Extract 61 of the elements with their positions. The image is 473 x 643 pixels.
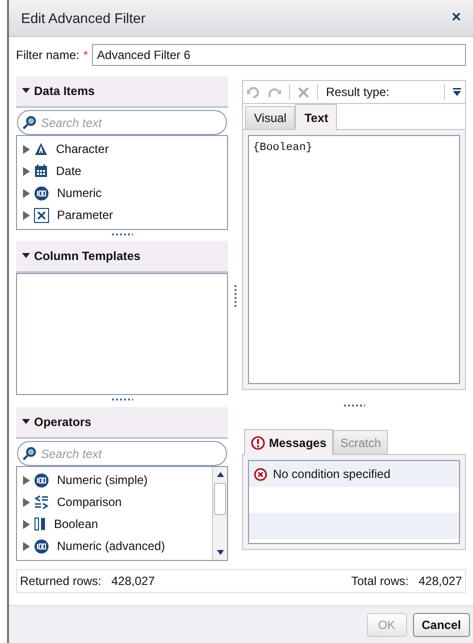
expression-editor[interactable]: {Boolean} <box>248 135 460 384</box>
expand-arrow-icon <box>23 210 30 220</box>
tree-item[interactable]: Character <box>17 138 227 160</box>
tree-item[interactable]: Numeric <box>17 182 227 204</box>
scroll-down-icon <box>216 550 224 555</box>
expand-arrow-icon <box>23 476 30 484</box>
collapse-arrow-icon <box>22 88 30 94</box>
messages-tab[interactable]: Messages <box>244 429 334 455</box>
triangle-icon <box>34 142 48 156</box>
tree-item[interactable]: Parameter <box>17 204 227 226</box>
numeric-badge-icon <box>34 186 49 200</box>
collapse-arrow-icon <box>22 253 30 259</box>
toggle-bars-icon <box>34 517 46 531</box>
status-value: 428,027 <box>418 573 462 590</box>
dropdown-icon[interactable] <box>453 88 461 96</box>
section-header[interactable]: Data Items <box>16 76 228 108</box>
required-mark: * <box>83 47 88 64</box>
comparison-icon <box>34 494 49 510</box>
error-icon <box>254 468 267 480</box>
expand-arrow-icon <box>23 542 30 550</box>
scrollbar[interactable] <box>212 467 227 560</box>
status-label: Returned rows: <box>20 573 102 590</box>
exclamation-icon <box>251 436 265 450</box>
field-label: Filter name: <box>16 47 80 64</box>
expand-arrow-icon <box>23 520 30 528</box>
editor-tab[interactable]: Text <box>295 104 338 130</box>
tree-item[interactable]: Date <box>17 160 227 182</box>
function-x-icon <box>34 208 49 222</box>
search-icon <box>22 115 37 130</box>
result-type-label: Result type: <box>326 84 390 101</box>
message-row: No condition specified <box>249 461 459 487</box>
window-title: Edit Advanced Filter <box>21 8 147 28</box>
section-header[interactable]: Column Templates <box>16 241 228 273</box>
expand-arrow-icon <box>23 166 30 176</box>
numeric-badge-icon <box>34 472 49 488</box>
calendar-icon <box>34 164 48 178</box>
expand-arrow-icon <box>23 188 30 198</box>
scroll-up-icon <box>216 472 224 477</box>
scroll-thumb[interactable] <box>214 483 226 515</box>
resize-grip[interactable] <box>234 284 236 308</box>
expand-arrow-icon <box>23 498 30 506</box>
filter-name-field[interactable]: Advanced Filter 6 <box>92 44 466 66</box>
dialog-button[interactable]: Cancel <box>412 612 470 636</box>
search-icon <box>22 446 37 461</box>
tree-item[interactable]: Numeric (simple) <box>17 469 212 491</box>
collapse-arrow-icon <box>22 419 30 425</box>
status-value: 428,027 <box>111 573 155 590</box>
resize-grip[interactable] <box>111 398 133 401</box>
search-field[interactable]: Search text <box>17 110 227 135</box>
numeric-badge-icon <box>34 538 49 554</box>
resize-grip[interactable] <box>111 232 133 236</box>
close-button[interactable]: × <box>452 10 461 26</box>
status-label: Total rows: <box>351 573 409 590</box>
tree-item[interactable]: Boolean <box>17 513 212 535</box>
search-field[interactable]: Search text <box>17 441 227 466</box>
resize-grip[interactable] <box>343 404 365 406</box>
editor-tab[interactable]: Visual <box>245 106 296 129</box>
tree-item[interactable]: Comparison <box>17 491 212 513</box>
expand-arrow-icon <box>23 144 30 154</box>
tree-item[interactable]: Numeric (advanced) <box>17 535 212 557</box>
section-header[interactable]: Operators <box>16 407 228 439</box>
